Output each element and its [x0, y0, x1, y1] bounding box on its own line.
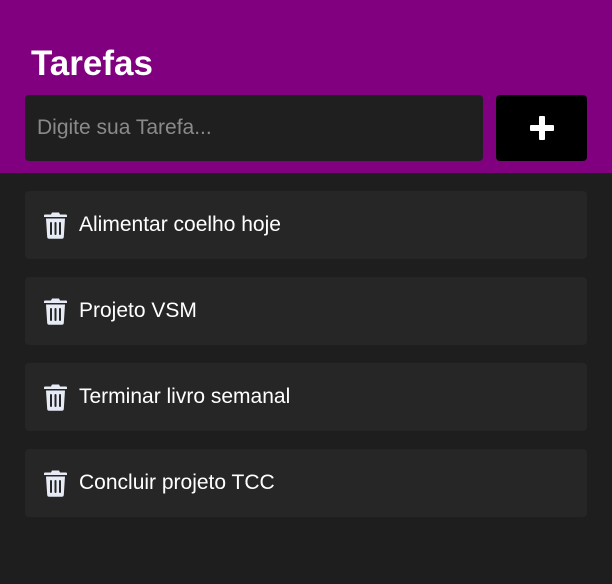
delete-task-button[interactable] [42, 296, 68, 326]
task-text: Projeto VSM [79, 299, 197, 322]
task-item: Terminar livro semanal [25, 363, 587, 431]
plus-icon [529, 116, 554, 140]
add-task-button[interactable] [496, 95, 587, 161]
task-item: Concluir projeto TCC [25, 449, 587, 517]
delete-task-button[interactable] [42, 382, 68, 412]
task-item: Alimentar coelho hoje [25, 191, 587, 259]
trash-icon [43, 298, 67, 325]
page-title: Tarefas [31, 44, 153, 83]
task-input[interactable] [25, 95, 483, 161]
task-list: Alimentar coelho hoje Projeto VSM Termin… [25, 191, 587, 535]
trash-icon [43, 470, 67, 497]
task-text: Concluir projeto TCC [79, 471, 275, 494]
trash-icon [43, 384, 67, 411]
task-item: Projeto VSM [25, 277, 587, 345]
app-header: Tarefas [0, 0, 612, 173]
trash-icon [43, 212, 67, 239]
task-text: Alimentar coelho hoje [79, 213, 281, 236]
delete-task-button[interactable] [42, 210, 68, 240]
task-text: Terminar livro semanal [79, 385, 291, 408]
delete-task-button[interactable] [42, 468, 68, 498]
